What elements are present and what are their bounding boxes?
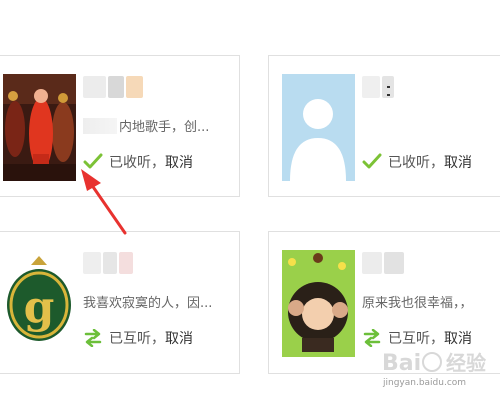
- follow-status: 已互听，取消: [83, 328, 193, 348]
- status-label: 已收听: [388, 155, 430, 171]
- user-description: 原来我也很幸福，，: [362, 296, 473, 311]
- username-blurred[interactable]: [83, 76, 143, 98]
- watermark-url: jingyan.baidu.com: [383, 378, 467, 388]
- username-blurred[interactable]: [362, 252, 422, 274]
- svg-text:Bai: Bai: [382, 351, 421, 376]
- user-description: 内地歌手，创...: [83, 116, 209, 135]
- svg-text:经验: 经验: [446, 351, 486, 375]
- user-description: 我喜欢寂寞的人，因...: [83, 296, 213, 311]
- cancel-button[interactable]: 取消: [165, 328, 193, 348]
- avatar[interactable]: [282, 250, 355, 357]
- avatar[interactable]: g: [3, 250, 76, 357]
- svg-text:g: g: [24, 282, 55, 333]
- annotation-arrow-icon: [81, 169, 127, 235]
- default-avatar[interactable]: [282, 74, 355, 181]
- follow-status: 已收听，取消: [362, 152, 472, 172]
- separator: ，: [151, 331, 165, 347]
- blur-mark: [387, 86, 390, 96]
- status-label: 已互听: [109, 331, 151, 347]
- separator: ，: [430, 155, 444, 171]
- username-blurred[interactable]: [83, 252, 143, 274]
- user-card: 已收听，取消: [268, 55, 500, 197]
- separator: ，: [151, 155, 165, 171]
- cancel-button[interactable]: 取消: [165, 152, 193, 172]
- user-card: g 我喜欢寂寞的人，因... 已互听，取消: [0, 231, 240, 374]
- avatar[interactable]: [3, 74, 76, 181]
- mutual-arrows-icon: [83, 328, 103, 348]
- username-blurred[interactable]: [362, 76, 422, 98]
- cancel-button[interactable]: 取消: [444, 152, 472, 172]
- check-icon: [362, 153, 382, 171]
